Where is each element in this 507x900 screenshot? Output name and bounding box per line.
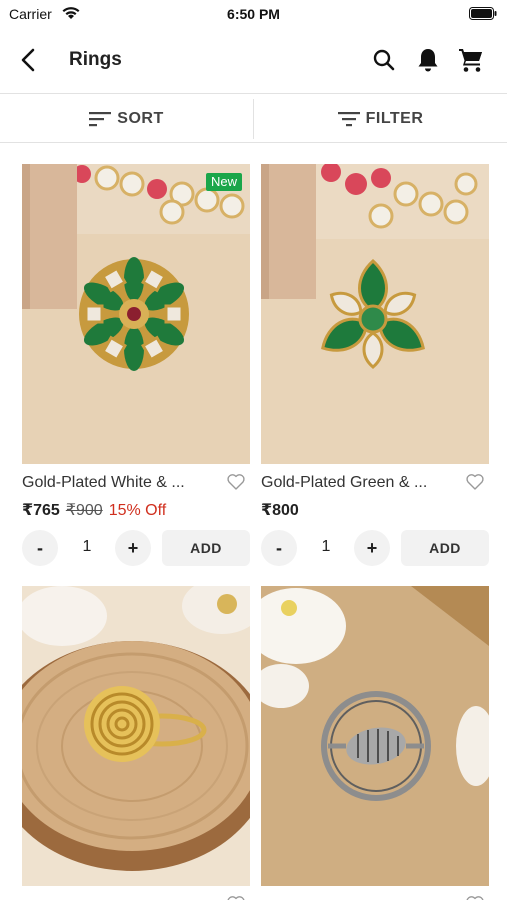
sort-filter-bar: SORT FILTER [0,95,507,143]
search-button[interactable] [369,45,399,75]
increase-qty-button[interactable]: + [115,530,151,566]
add-to-cart-button[interactable]: ADD [162,530,250,566]
product-image[interactable] [261,586,489,886]
wishlist-button[interactable] [465,472,485,492]
app-header: Rings [0,28,507,94]
heart-icon [466,474,484,490]
add-to-cart-button[interactable]: ADD [401,530,489,566]
original-price: ₹900 [65,502,103,519]
page-title: Rings [69,49,122,70]
clock-time: 6:50 PM [227,6,280,22]
quantity-stepper: - 1 + ADD [22,530,250,568]
price-row: ₹800 [261,500,299,520]
heart-icon [227,896,245,900]
wishlist-button[interactable] [226,472,246,492]
back-button[interactable] [12,42,46,78]
cart-icon [459,49,482,72]
search-icon [373,49,395,71]
wishlist-button[interactable] [465,894,485,900]
increase-qty-button[interactable]: + [354,530,390,566]
discount-label: 15% Off [108,502,167,519]
battery-icon [469,7,497,20]
filter-button[interactable]: FILTER [254,95,507,142]
product-name[interactable]: Gold-Plated Green & ... [261,474,451,492]
notifications-button[interactable] [413,45,443,75]
sort-label: SORT [117,109,164,127]
status-bar: Carrier 6:50 PM [0,0,507,28]
heart-icon [227,474,245,490]
product-name[interactable]: Gold-Plated White & ... [22,474,212,492]
heart-icon [466,896,484,900]
product-image[interactable] [261,164,489,464]
sale-price: ₹765 [22,502,60,519]
decrease-qty-button[interactable]: - [22,530,58,566]
sort-icon [89,111,112,126]
product-image[interactable] [22,586,250,886]
new-badge: New [205,173,242,191]
quantity-value: 1 [321,538,331,555]
quantity-value: 1 [82,538,92,555]
filter-icon [337,111,360,126]
cart-button[interactable] [456,45,486,75]
sale-price: ₹800 [261,502,299,519]
quantity-stepper: - 1 + ADD [261,530,489,568]
back-arrow-icon [21,48,35,72]
sort-button[interactable]: SORT [0,95,253,142]
filter-label: FILTER [365,109,424,127]
wishlist-button[interactable] [226,894,246,900]
decrease-qty-button[interactable]: - [261,530,297,566]
price-row: ₹765 ₹900 15% Off [22,500,166,520]
product-image[interactable]: New [22,164,250,464]
bell-icon [418,49,438,72]
